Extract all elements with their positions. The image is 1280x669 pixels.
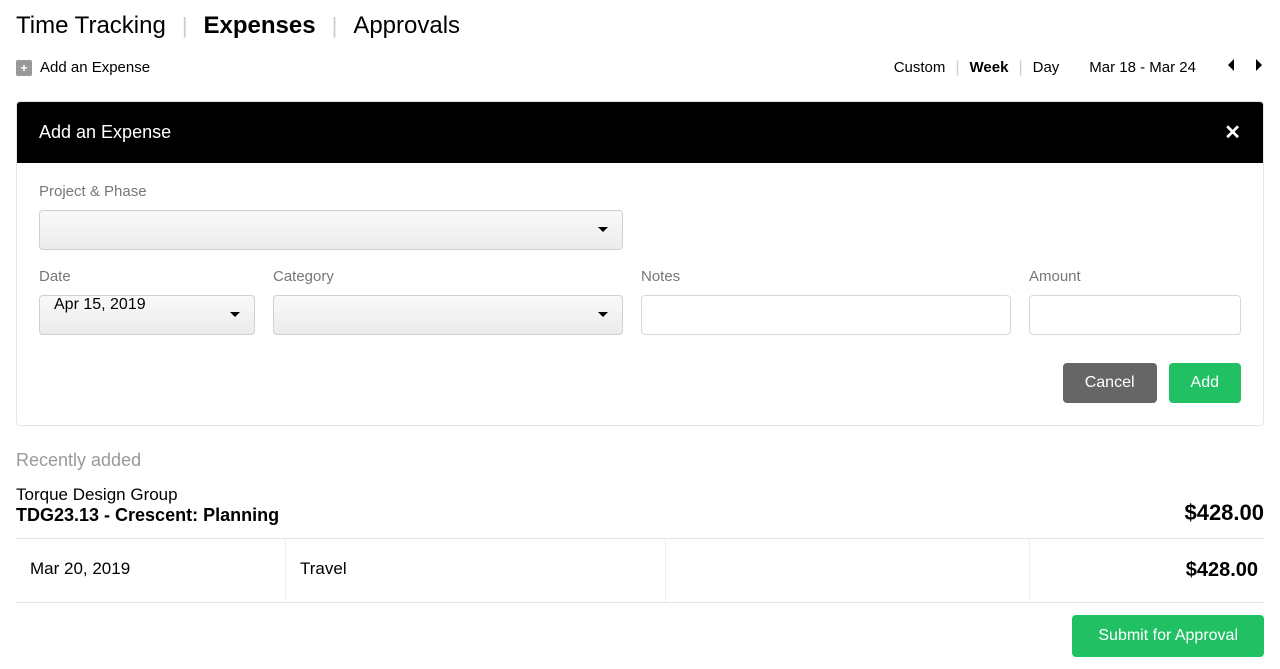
- category-field: Category: [273, 268, 623, 335]
- submit-row: Submit for Approval: [16, 615, 1264, 657]
- project-phase-label: Project & Phase: [39, 183, 1241, 200]
- date-nav: [1226, 58, 1264, 77]
- group-total: $428.00: [1184, 500, 1264, 526]
- date-label: Date: [39, 268, 255, 285]
- project-phase-select[interactable]: [39, 210, 623, 250]
- project-phase-field: Project & Phase: [39, 183, 1241, 250]
- amount-field: Amount: [1029, 268, 1241, 335]
- view-day[interactable]: Day: [1033, 59, 1060, 76]
- recent-group-header: Torque Design Group TDG23.13 - Crescent:…: [16, 485, 1264, 539]
- view-switcher: Custom | Week | Day: [894, 59, 1060, 77]
- row-category: Travel: [286, 539, 666, 602]
- date-range[interactable]: Mar 18 - Mar 24: [1089, 59, 1196, 76]
- panel-actions: Cancel Add: [39, 363, 1241, 403]
- client-name: Torque Design Group: [16, 485, 279, 505]
- view-custom[interactable]: Custom: [894, 59, 946, 76]
- view-separator: |: [955, 59, 959, 77]
- view-week[interactable]: Week: [970, 59, 1009, 76]
- prev-arrow-icon[interactable]: [1226, 58, 1236, 77]
- toolbar-right: Custom | Week | Day Mar 18 - Mar 24: [894, 58, 1264, 77]
- nav-approvals[interactable]: Approvals: [353, 12, 460, 40]
- add-expense-label: Add an Expense: [40, 59, 150, 76]
- nav-separator: |: [182, 13, 188, 39]
- category-select[interactable]: [273, 295, 623, 335]
- view-separator: |: [1018, 59, 1022, 77]
- recent-group-info: Torque Design Group TDG23.13 - Crescent:…: [16, 485, 279, 526]
- toolbar: + Add an Expense Custom | Week | Day Mar…: [16, 58, 1264, 77]
- add-expense-panel: Add an Expense ✕ Project & Phase Date Ap…: [16, 101, 1264, 426]
- category-label: Category: [273, 268, 623, 285]
- details-row: Date Apr 15, 2019 Category No: [39, 268, 1241, 335]
- amount-input[interactable]: [1029, 295, 1241, 335]
- nav-expenses[interactable]: Expenses: [204, 12, 316, 40]
- cancel-button[interactable]: Cancel: [1063, 363, 1157, 403]
- recent-heading: Recently added: [16, 450, 1264, 471]
- project-name: TDG23.13 - Crescent: Planning: [16, 505, 279, 526]
- recent-section: Recently added Torque Design Group TDG23…: [16, 450, 1264, 657]
- notes-input[interactable]: [641, 295, 1011, 335]
- nav-separator: |: [332, 13, 338, 39]
- notes-field: Notes: [641, 268, 1011, 335]
- module-nav: Time Tracking | Expenses | Approvals: [16, 12, 1264, 40]
- date-select[interactable]: Apr 15, 2019: [39, 295, 255, 335]
- notes-label: Notes: [641, 268, 1011, 285]
- add-expense-button[interactable]: + Add an Expense: [16, 59, 150, 76]
- close-icon[interactable]: ✕: [1224, 123, 1241, 143]
- submit-for-approval-button[interactable]: Submit for Approval: [1072, 615, 1264, 657]
- nav-time-tracking[interactable]: Time Tracking: [16, 12, 166, 40]
- row-date: Mar 20, 2019: [16, 539, 286, 602]
- amount-label: Amount: [1029, 268, 1241, 285]
- plus-icon: +: [16, 60, 32, 76]
- panel-title: Add an Expense: [39, 122, 171, 143]
- date-field: Date Apr 15, 2019: [39, 268, 255, 335]
- next-arrow-icon[interactable]: [1254, 58, 1264, 77]
- panel-header: Add an Expense ✕: [17, 102, 1263, 163]
- table-row[interactable]: Mar 20, 2019 Travel $428.00: [16, 539, 1264, 603]
- panel-body: Project & Phase Date Apr 15, 2019 Cat: [17, 163, 1263, 425]
- row-spacer: [666, 539, 1030, 602]
- row-amount: $428.00: [1030, 539, 1264, 602]
- add-button[interactable]: Add: [1169, 363, 1241, 403]
